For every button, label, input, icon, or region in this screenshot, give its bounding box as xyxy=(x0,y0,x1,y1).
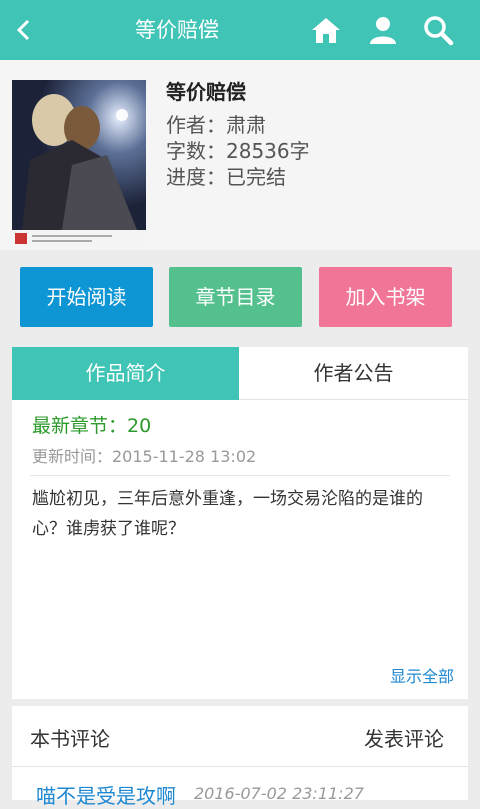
home-icon[interactable] xyxy=(310,14,342,46)
page-title: 等价赔偿 xyxy=(135,18,219,42)
start-reading-button[interactable]: 开始阅读 xyxy=(20,267,153,327)
chapter-list-button[interactable]: 章节目录 xyxy=(169,267,302,327)
tab-intro[interactable]: 作品简介 xyxy=(12,347,239,400)
search-icon[interactable] xyxy=(422,14,454,46)
intro-card: 作品简介 作者公告 最新章节：20 更新时间：2015-11-28 13:02 … xyxy=(12,347,468,699)
book-meta: 等价赔偿 作者：肃肃 字数：28536字 进度：已完结 xyxy=(166,78,310,190)
show-all-link[interactable]: 显示全部 xyxy=(390,663,454,687)
book-summary: 尴尬初见，三年后意外重逢，一场交易沦陷的是谁的心？谁虏获了谁呢？ xyxy=(32,489,423,539)
divider xyxy=(12,766,468,767)
comments-title: 本书评论 xyxy=(30,727,110,751)
divider xyxy=(30,475,450,476)
book-title: 等价赔偿 xyxy=(166,80,246,104)
book-author: 作者：肃肃 xyxy=(166,113,266,137)
add-to-shelf-button[interactable]: 加入书架 xyxy=(319,267,452,327)
book-word-count: 字数：28536字 xyxy=(166,139,310,163)
update-time: 更新时间：2015-11-28 13:02 xyxy=(32,447,257,466)
latest-chapter[interactable]: 最新章节：20 xyxy=(32,411,151,438)
comment-time: 2016-07-02 23:11:27 xyxy=(194,784,364,803)
comment-username[interactable]: 喵不是受是攻啊 xyxy=(36,780,176,809)
book-cover-image[interactable] xyxy=(12,80,146,247)
app-header: 等价赔偿 xyxy=(0,0,480,60)
post-comment-button[interactable]: 发表评论 xyxy=(364,723,444,752)
tab-author-notice[interactable]: 作者公告 xyxy=(239,347,468,400)
book-progress: 进度：已完结 xyxy=(166,165,286,189)
comments-card: 本书评论 发表评论 喵不是受是攻啊 2016-07-02 23:11:27 xyxy=(12,706,468,808)
user-icon[interactable] xyxy=(367,14,399,46)
